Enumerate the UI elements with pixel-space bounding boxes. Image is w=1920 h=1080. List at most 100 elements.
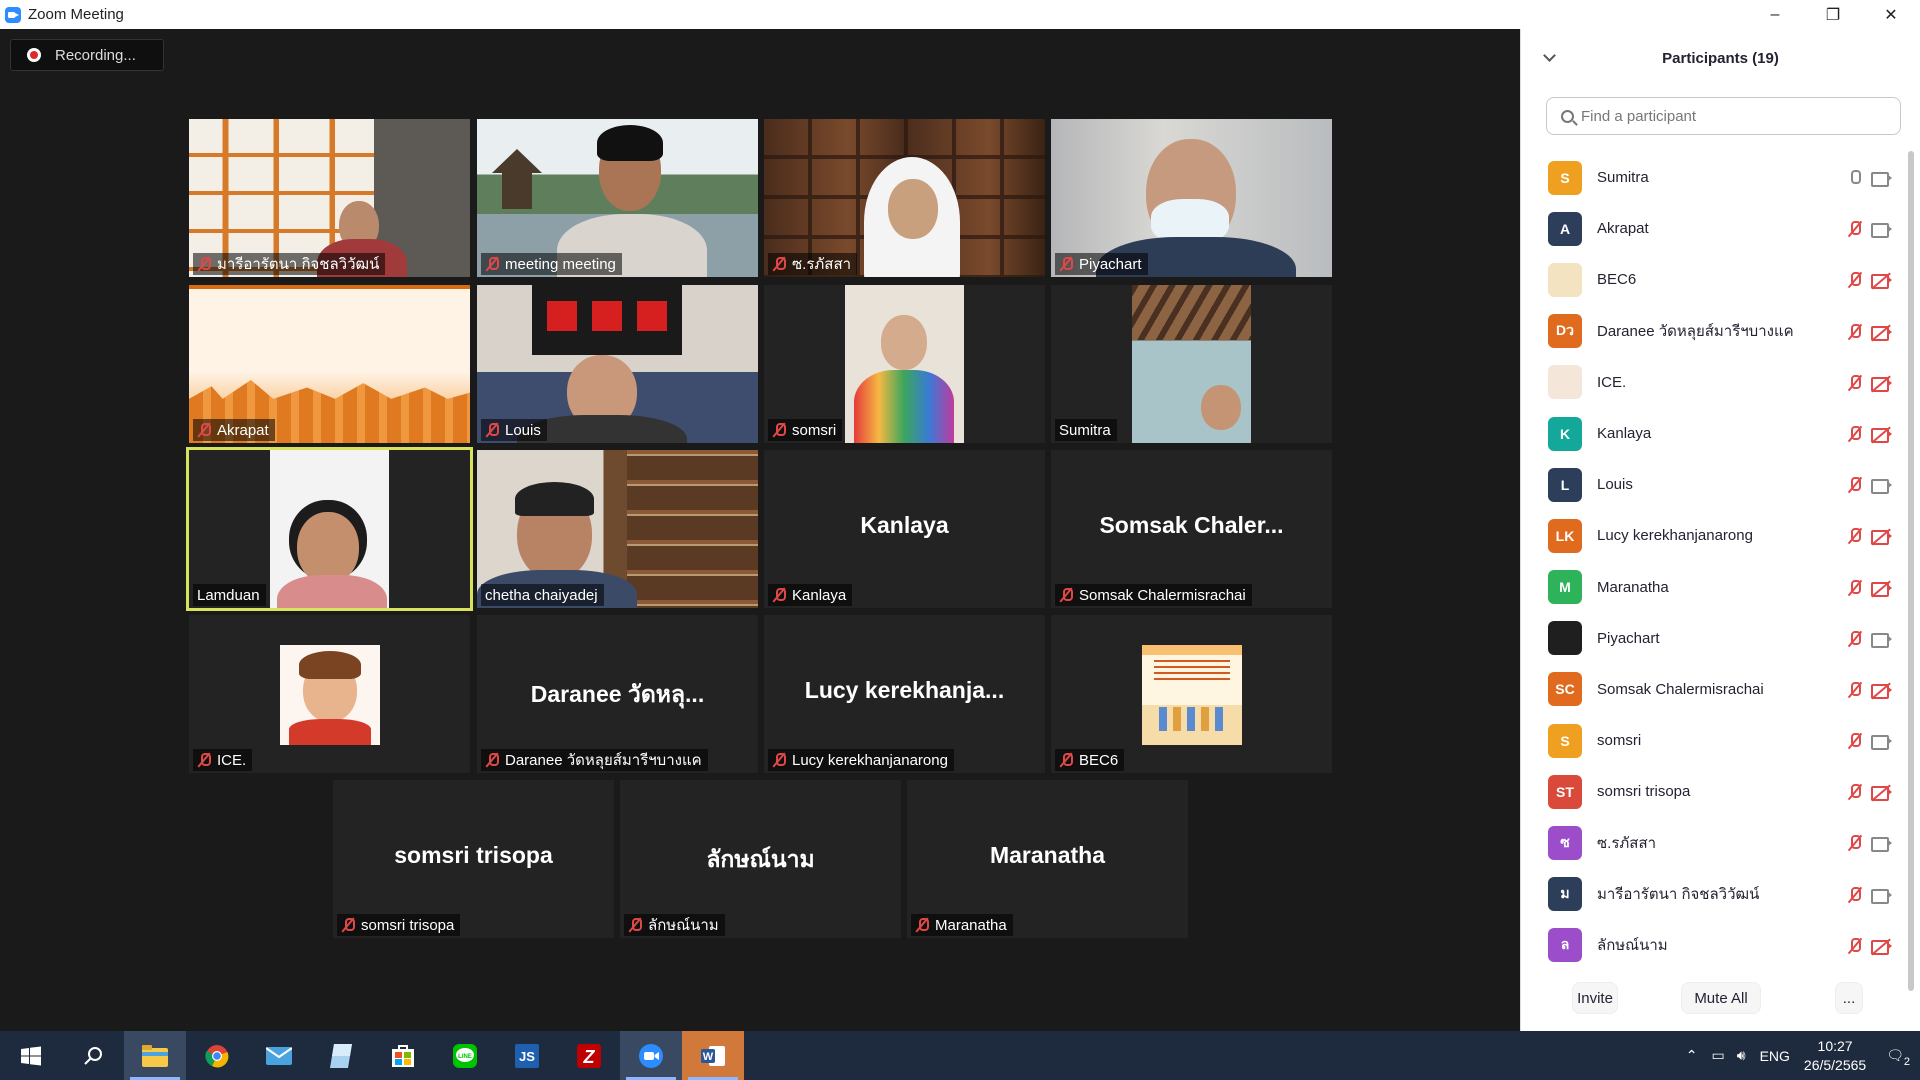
mic-muted-icon[interactable] [1848, 579, 1862, 598]
video-off-icon[interactable] [1871, 427, 1893, 443]
video-tile[interactable]: meeting meeting [477, 119, 758, 277]
minimize-button[interactable]: – [1746, 0, 1804, 29]
language-indicator[interactable]: ENG [1760, 1048, 1790, 1064]
participant-list-scrollbar[interactable] [1908, 151, 1914, 991]
video-tile[interactable]: Akrapat [189, 285, 470, 443]
video-tile[interactable]: somsri [764, 285, 1045, 443]
participant-row[interactable]: ล ลักษณ์นาม [1521, 920, 1901, 971]
file-explorer-icon[interactable] [124, 1031, 186, 1080]
invite-button[interactable]: Invite [1572, 982, 1618, 1014]
video-tile[interactable]: Kanlaya Kanlaya [764, 450, 1045, 608]
video-off-icon[interactable] [1871, 376, 1893, 392]
video-icon[interactable] [1871, 172, 1893, 187]
mute-all-button[interactable]: Mute All [1681, 982, 1761, 1014]
participant-row[interactable]: ม มารีอารัตนา กิจชลวิวัฒน์ [1521, 869, 1901, 920]
more-options-button[interactable]: ... [1835, 982, 1863, 1014]
mic-muted-icon[interactable] [1848, 477, 1862, 495]
mic-muted-icon[interactable] [1848, 323, 1862, 342]
volume-icon[interactable]: 🔊︎ [1737, 1047, 1746, 1064]
participant-name: Daranee วัดหลุยส์มารีฯบางแค [1597, 323, 1794, 341]
participant-label: Lucy kerekhanjanarong [768, 749, 954, 771]
active-speaker-tile[interactable]: Lamduan [186, 447, 473, 611]
video-tile[interactable]: Maranatha Maranatha [907, 780, 1188, 938]
video-tile[interactable]: Lucy kerekhanja... Lucy kerekhanjanarong [764, 615, 1045, 773]
video-tile[interactable]: ซ.รภัสสา [764, 119, 1045, 277]
mic-muted-icon[interactable] [1848, 374, 1862, 393]
participant-row[interactable]: ซ ซ.รภัสสา [1521, 817, 1901, 868]
mic-muted-icon[interactable] [1848, 733, 1862, 751]
chevron-up-icon[interactable]: ⌃ [1686, 1047, 1698, 1064]
zoom-app-icon [5, 6, 21, 23]
participant-row[interactable]: SC Somsak Chalermisrachai [1521, 664, 1901, 715]
participant-row[interactable]: LK Lucy kerekhanjanarong [1521, 510, 1901, 561]
participant-row[interactable]: L Louis [1521, 459, 1901, 510]
video-tile[interactable]: BEC6 [1051, 615, 1332, 773]
chevron-down-icon[interactable] [1543, 49, 1556, 62]
video-tile[interactable]: มารีอารัตนา กิจชลวิวัฒน์ [189, 119, 470, 277]
participant-search[interactable] [1546, 97, 1901, 135]
video-icon[interactable] [1871, 837, 1893, 853]
mic-muted-icon[interactable] [1848, 272, 1862, 290]
participant-row[interactable]: K Kanlaya [1521, 408, 1901, 459]
mic-muted-icon[interactable] [1848, 528, 1862, 546]
participant-search-input[interactable] [1581, 107, 1881, 125]
notifications-icon[interactable]: 🗨︎ 2 [1886, 1047, 1910, 1068]
filezilla-icon[interactable]: Z [558, 1031, 620, 1080]
mic-muted-icon[interactable] [1848, 886, 1862, 905]
start-icon[interactable] [0, 1031, 62, 1080]
line-icon[interactable]: LINE [434, 1031, 496, 1080]
video-tile[interactable]: Somsak Chaler... Somsak Chalermisrachai [1051, 450, 1332, 608]
video-tile[interactable]: somsri trisopa somsri trisopa [333, 780, 614, 938]
participant-row[interactable]: M Maranatha [1521, 562, 1901, 613]
word-icon[interactable]: W [682, 1031, 744, 1080]
video-off-icon[interactable] [1871, 530, 1893, 546]
mic-muted-icon[interactable] [1848, 784, 1862, 802]
participant-row[interactable]: ST somsri trisopa [1521, 766, 1901, 817]
store-icon[interactable] [372, 1031, 434, 1080]
video-tile[interactable]: Piyachart [1051, 119, 1332, 277]
recording-indicator[interactable]: Recording... [10, 39, 164, 71]
participant-row[interactable]: BEC6 [1521, 254, 1901, 305]
video-off-icon[interactable] [1871, 581, 1893, 597]
video-off-icon[interactable] [1871, 683, 1893, 699]
video-tile[interactable]: Daranee วัดหลุ... Daranee วัดหลุยส์มารีฯ… [477, 615, 758, 773]
chrome-icon[interactable] [186, 1031, 248, 1080]
network-icon[interactable]: ▭ [1712, 1047, 1725, 1064]
mic-muted-icon[interactable] [1848, 630, 1862, 649]
participant-row[interactable]: ICE. [1521, 357, 1901, 408]
video-off-icon[interactable] [1871, 939, 1893, 955]
mic-icon[interactable] [1848, 170, 1862, 188]
close-button[interactable]: ✕ [1862, 0, 1920, 29]
pinyin-icon[interactable]: JS [496, 1031, 558, 1080]
video-icon[interactable] [1871, 223, 1893, 239]
video-tile[interactable]: chetha chaiyadej [477, 450, 758, 608]
video-off-icon[interactable] [1871, 274, 1893, 290]
video-tile[interactable]: ICE. [189, 615, 470, 773]
video-icon[interactable] [1871, 632, 1893, 648]
mic-muted-icon[interactable] [1848, 937, 1862, 956]
video-icon[interactable] [1871, 888, 1893, 904]
participant-row[interactable]: S Sumitra [1521, 152, 1901, 203]
participant-row[interactable]: Ssomsri [1521, 715, 1901, 766]
participant-row[interactable]: Piyachart [1521, 613, 1901, 664]
zoom-icon[interactable] [620, 1031, 682, 1080]
clock[interactable]: 10:27 26/5/2565 [1804, 1037, 1866, 1075]
video-off-icon[interactable] [1871, 786, 1893, 802]
search-icon[interactable] [62, 1031, 124, 1080]
notes-icon[interactable] [310, 1031, 372, 1080]
mic-muted-icon[interactable] [1848, 835, 1862, 853]
mail-icon[interactable] [248, 1031, 310, 1080]
video-icon[interactable] [1871, 479, 1893, 495]
mic-muted-icon[interactable] [1848, 221, 1862, 239]
mic-muted-icon[interactable] [1848, 681, 1862, 700]
participant-row[interactable]: Dว Daranee วัดหลุยส์มารีฯบางแค [1521, 306, 1901, 357]
video-tile[interactable]: Louis [477, 285, 758, 443]
restore-button[interactable]: ❐ [1804, 0, 1862, 29]
video-icon[interactable] [1871, 735, 1893, 751]
participant-name: ลักษณ์นาม [1597, 937, 1668, 955]
participant-row[interactable]: A Akrapat [1521, 203, 1901, 254]
mic-muted-icon[interactable] [1848, 425, 1862, 444]
video-off-icon[interactable] [1871, 325, 1893, 341]
video-tile[interactable]: Sumitra [1051, 285, 1332, 443]
video-tile[interactable]: ลักษณ์นาม ลักษณ์นาม [620, 780, 901, 938]
